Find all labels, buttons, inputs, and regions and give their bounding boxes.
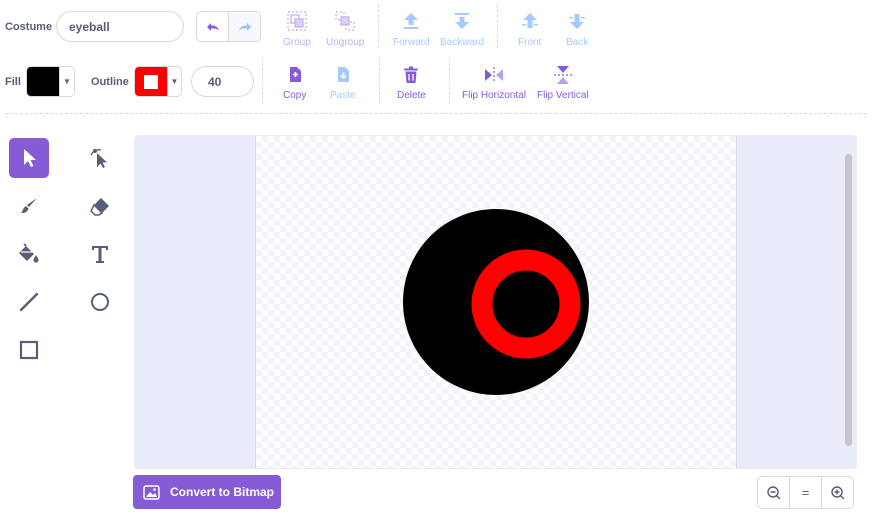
forward-icon [404,13,419,29]
fill-color-picker[interactable]: ▼ [26,66,75,97]
front-button[interactable]: Front [518,10,541,48]
flip-horizontal-button[interactable]: Flip Horizontal [462,65,526,101]
vertical-scrollbar[interactable] [845,154,852,446]
flip-vertical-button[interactable]: Flip Vertical [537,65,589,101]
paste-button[interactable]: Paste [330,65,356,101]
circle-tool[interactable] [80,282,120,322]
copy-button[interactable]: Copy [283,65,306,101]
group-button[interactable]: Group [283,10,311,48]
front-icon [521,13,538,28]
convert-to-bitmap-label: Convert to Bitmap [170,485,275,499]
ungroup-label: Ungroup [326,37,365,48]
outline-swatch [135,67,167,96]
front-label: Front [518,37,542,48]
line-icon [19,292,39,312]
paste-icon [337,67,349,82]
text-icon [92,246,108,263]
select-tool[interactable] [9,138,49,178]
brush-tool[interactable] [9,186,49,226]
rectangle-tool[interactable] [9,330,49,370]
outline-width-input[interactable]: 40 [191,66,254,97]
reshape-cursor-icon [90,149,107,168]
separator [262,58,263,104]
ungroup-icon [335,11,355,31]
group-label: Group [283,37,311,48]
eyeball-iris [471,249,581,359]
circle-icon [91,293,109,311]
rectangle-icon [19,340,39,360]
paint-editor: Costume eyeball Group Ungroup Forward Ba… [0,0,876,521]
back-icon [569,14,586,29]
ungroup-button[interactable]: Ungroup [326,10,364,48]
group-icon [287,11,307,31]
separator [449,58,450,104]
paint-bucket-icon [19,243,39,263]
back-button[interactable]: Back [566,10,588,48]
chevron-down-icon: ▼ [59,67,74,96]
brush-icon [21,198,37,214]
delete-label: Delete [397,90,426,101]
zoom-reset-button[interactable]: = [789,477,821,508]
zoom-in-button[interactable] [821,477,853,508]
flip-vertical-label: Flip Vertical [537,90,589,101]
zoom-reset-label: = [801,485,810,500]
fill-swatch [27,67,59,96]
paste-label: Paste [330,90,356,101]
text-tool[interactable] [80,234,120,274]
separator [378,4,379,48]
redo-button[interactable] [228,12,260,41]
outline-label: Outline [91,76,129,88]
delete-button[interactable]: Delete [397,65,426,101]
undo-button[interactable] [197,12,228,41]
zoom-controls: = [757,476,854,509]
trash-icon [404,66,419,83]
zoom-in-icon [830,485,844,499]
flip-vertical-icon [553,66,572,84]
separator [379,58,380,104]
separator [497,4,498,48]
convert-to-bitmap-button[interactable]: Convert to Bitmap [133,475,281,509]
forward-label: Forward [393,37,430,48]
flip-horizontal-icon [484,67,503,83]
eraser-icon [90,198,109,216]
chevron-down-icon: ▼ [167,67,181,96]
toolbar-divider [5,113,867,114]
eyeball-drawing[interactable] [256,136,738,469]
drawing-canvas[interactable] [134,135,857,469]
fill-tool[interactable] [9,234,49,274]
backward-icon [454,13,469,29]
undo-icon [206,22,219,31]
undo-redo-group [196,11,261,42]
redo-icon [238,22,251,31]
backward-label: Backward [440,37,484,48]
costume-name-input[interactable]: eyeball [56,11,184,42]
arrow-cursor-icon [24,149,36,167]
outline-color-picker[interactable]: ▼ [134,66,182,97]
line-tool[interactable] [9,282,49,322]
eraser-tool[interactable] [80,186,120,226]
backward-button[interactable]: Backward [440,10,484,48]
forward-button[interactable]: Forward [393,10,430,48]
costume-label: Costume [5,21,53,33]
image-icon [143,484,160,500]
back-label: Back [566,37,589,48]
zoom-out-button[interactable] [758,477,789,508]
reshape-tool[interactable] [80,138,120,178]
flip-horizontal-label: Flip Horizontal [462,90,526,101]
copy-icon [289,67,301,82]
copy-label: Copy [283,90,307,101]
zoom-out-icon [766,485,780,499]
fill-label: Fill [5,76,21,88]
canvas-page[interactable] [255,136,738,469]
